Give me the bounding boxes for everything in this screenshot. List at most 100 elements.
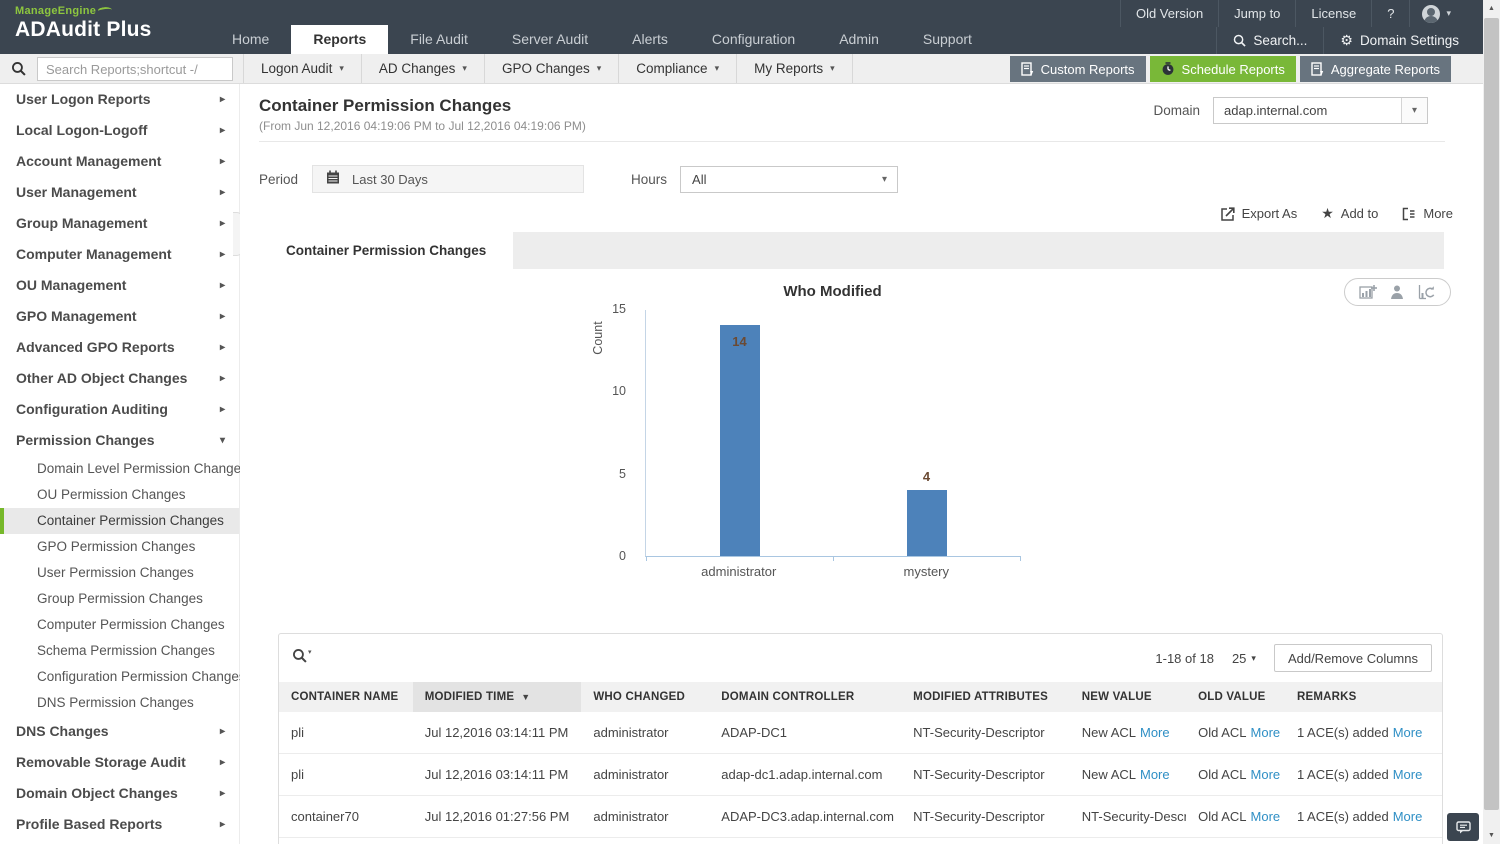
report-menus: Logon Audit ▾ AD Changes ▾ GPO Changes ▾…	[243, 54, 853, 83]
column-header[interactable]: MODIFIED TIME ▼	[412, 682, 582, 712]
sidebar-item[interactable]: Configuration Permission Changes	[0, 664, 246, 690]
more-link[interactable]: More	[1393, 725, 1423, 740]
report-search-input[interactable]	[37, 57, 233, 81]
hours-select[interactable]: All ▾	[680, 165, 899, 193]
report-menu[interactable]: Logon Audit ▾	[243, 54, 361, 83]
feedback-chat-button[interactable]	[1447, 813, 1479, 841]
calendar-icon	[326, 170, 340, 189]
sidebar-item[interactable]: Group Permission Changes	[0, 586, 239, 612]
report-menu[interactable]: GPO Changes ▾	[483, 54, 618, 83]
column-header[interactable]: WHO CHANGED▼	[581, 682, 710, 712]
nav-item[interactable]: Admin	[817, 25, 901, 54]
sidebar-item[interactable]: Group Management	[0, 208, 239, 239]
domain-label: Domain	[1153, 103, 1200, 118]
column-header[interactable]: OLD VALUE▼	[1186, 682, 1285, 712]
sidebar-item[interactable]: User Logon Reports	[0, 84, 239, 115]
cell-new-value: New ACL More	[1069, 712, 1187, 754]
more-link[interactable]: More	[1140, 767, 1170, 782]
nav-item[interactable]: Configuration	[690, 25, 817, 54]
custom-reports-button[interactable]: Custom Reports	[1009, 56, 1146, 82]
export-as-button[interactable]: Export As	[1220, 205, 1297, 222]
more-link[interactable]: More	[1251, 725, 1281, 740]
sidebar-item[interactable]: DNS Permission Changes	[0, 690, 239, 716]
chevron-icon	[220, 270, 225, 301]
account-menu[interactable]: ▾	[1409, 0, 1463, 27]
column-header[interactable]: CONTAINER NAME▼	[279, 682, 413, 712]
column-header[interactable]: NEW VALUE▼	[1069, 682, 1187, 712]
report-icon	[1020, 62, 1033, 76]
person-icon[interactable]	[1389, 284, 1405, 300]
sidebar-item[interactable]: Computer Permission Changes	[0, 612, 239, 638]
report-menu[interactable]: AD Changes ▾	[360, 54, 484, 83]
app-logo[interactable]: ManageEngine ADAudit Plus	[15, 5, 152, 42]
sidebar-item[interactable]: GPO Management	[0, 301, 239, 332]
chevron-down-icon: ▾	[830, 63, 835, 73]
more-actions-button[interactable]: More	[1402, 205, 1453, 222]
aggregate-reports-button[interactable]: Aggregate Reports	[1299, 56, 1451, 82]
tab-container-permission-changes[interactable]: Container Permission Changes	[259, 232, 514, 269]
utility-link[interactable]: Old Version	[1119, 0, 1218, 27]
add-to-button[interactable]: ★ Add to	[1321, 205, 1378, 222]
chart-add-icon[interactable]	[1359, 284, 1378, 300]
bar-chart: 14 4	[645, 310, 1021, 561]
sidebar-item[interactable]: GPO Permission Changes	[0, 534, 239, 560]
column-header[interactable]: REMARKS▼	[1284, 682, 1442, 712]
column-header[interactable]: MODIFIED ATTRIBUTES▼	[901, 682, 1070, 712]
sidebar-item[interactable]: OU Management	[0, 270, 239, 301]
sidebar-item[interactable]: Domain Level Permission Changes	[0, 456, 248, 482]
sidebar-item[interactable]: Other AD Object Changes	[0, 363, 239, 394]
sidebar-item[interactable]: User Permission Changes	[0, 560, 239, 586]
table-search-button[interactable]: ▾	[292, 648, 312, 663]
sidebar-item[interactable]: Computer Management	[0, 239, 239, 270]
add-remove-columns-button[interactable]: Add/Remove Columns	[1273, 644, 1432, 672]
utility-link[interactable]: License	[1295, 0, 1371, 27]
more-link[interactable]: More	[1393, 767, 1423, 782]
chevron-icon	[220, 301, 225, 332]
sidebar-item[interactable]: Permission Changes	[0, 425, 239, 456]
sidebar-item[interactable]: User Management	[0, 177, 239, 208]
utility-link[interactable]: ?	[1371, 0, 1409, 27]
sidebar-item[interactable]: Account Management	[0, 146, 239, 177]
page-scrollbar[interactable]: ▲ ▼	[1483, 0, 1500, 844]
more-link[interactable]: More	[1140, 725, 1170, 740]
sidebar-item[interactable]: Configuration Auditing	[0, 394, 239, 425]
sidebar-item[interactable]: Domain Object Changes	[0, 778, 239, 809]
sidebar-item[interactable]: Advanced GPO Reports	[0, 332, 239, 363]
chevron-icon	[220, 747, 225, 778]
utility-link[interactable]: Jump to	[1218, 0, 1295, 27]
y-tick-label: 5	[619, 467, 626, 481]
sidebar-item[interactable]: Schema Permission Changes	[0, 638, 239, 664]
sidebar-item[interactable]: DNS Changes	[0, 716, 239, 747]
chart-bar[interactable]	[719, 325, 760, 556]
domain-select[interactable]: adap.internal.com ▾	[1213, 97, 1428, 124]
page-size-select[interactable]: 25 ▾	[1232, 651, 1256, 666]
scroll-down-arrow-icon[interactable]: ▼	[1483, 827, 1500, 844]
nav-item[interactable]: Support	[901, 25, 994, 54]
top-header: ManageEngine ADAudit Plus Home Reports Fil…	[0, 0, 1483, 54]
sidebar-item[interactable]: Local Logon-Logoff	[0, 115, 239, 146]
nav-item[interactable]: Reports	[291, 25, 389, 54]
cell-new-value: New ACL More	[1069, 753, 1187, 796]
report-menu[interactable]: My Reports ▾	[736, 54, 853, 83]
scrollbar-thumb[interactable]	[1484, 18, 1499, 810]
nav-item[interactable]: Server Audit	[490, 25, 610, 54]
period-picker[interactable]: Last 30 Days	[312, 165, 585, 193]
nav-item[interactable]: File Audit	[388, 25, 490, 54]
scroll-up-arrow-icon[interactable]: ▲	[1483, 0, 1500, 17]
sidebar-item[interactable]: Removable Storage Audit	[0, 747, 239, 778]
nav-item[interactable]: Alerts	[610, 25, 690, 54]
schedule-reports-button[interactable]: Schedule Reports	[1149, 56, 1296, 82]
chart-bar[interactable]	[906, 490, 947, 556]
column-header[interactable]: DOMAIN CONTROLLER▼	[709, 682, 902, 712]
sidebar-item[interactable]: Container Permission Changes	[0, 508, 239, 534]
more-link[interactable]: More	[1393, 809, 1423, 824]
sidebar-item[interactable]: OU Permission Changes	[0, 482, 239, 508]
report-menu[interactable]: Compliance ▾	[618, 54, 736, 83]
global-search-button[interactable]: Search...	[1216, 27, 1323, 54]
sidebar-item[interactable]: Profile Based Reports	[0, 809, 239, 840]
more-link[interactable]: More	[1251, 809, 1281, 824]
domain-settings-button[interactable]: ⚙ Domain Settings	[1323, 27, 1475, 54]
nav-item[interactable]: Home	[210, 25, 291, 54]
chart-refresh-icon[interactable]	[1418, 284, 1436, 300]
more-link[interactable]: More	[1251, 767, 1281, 782]
